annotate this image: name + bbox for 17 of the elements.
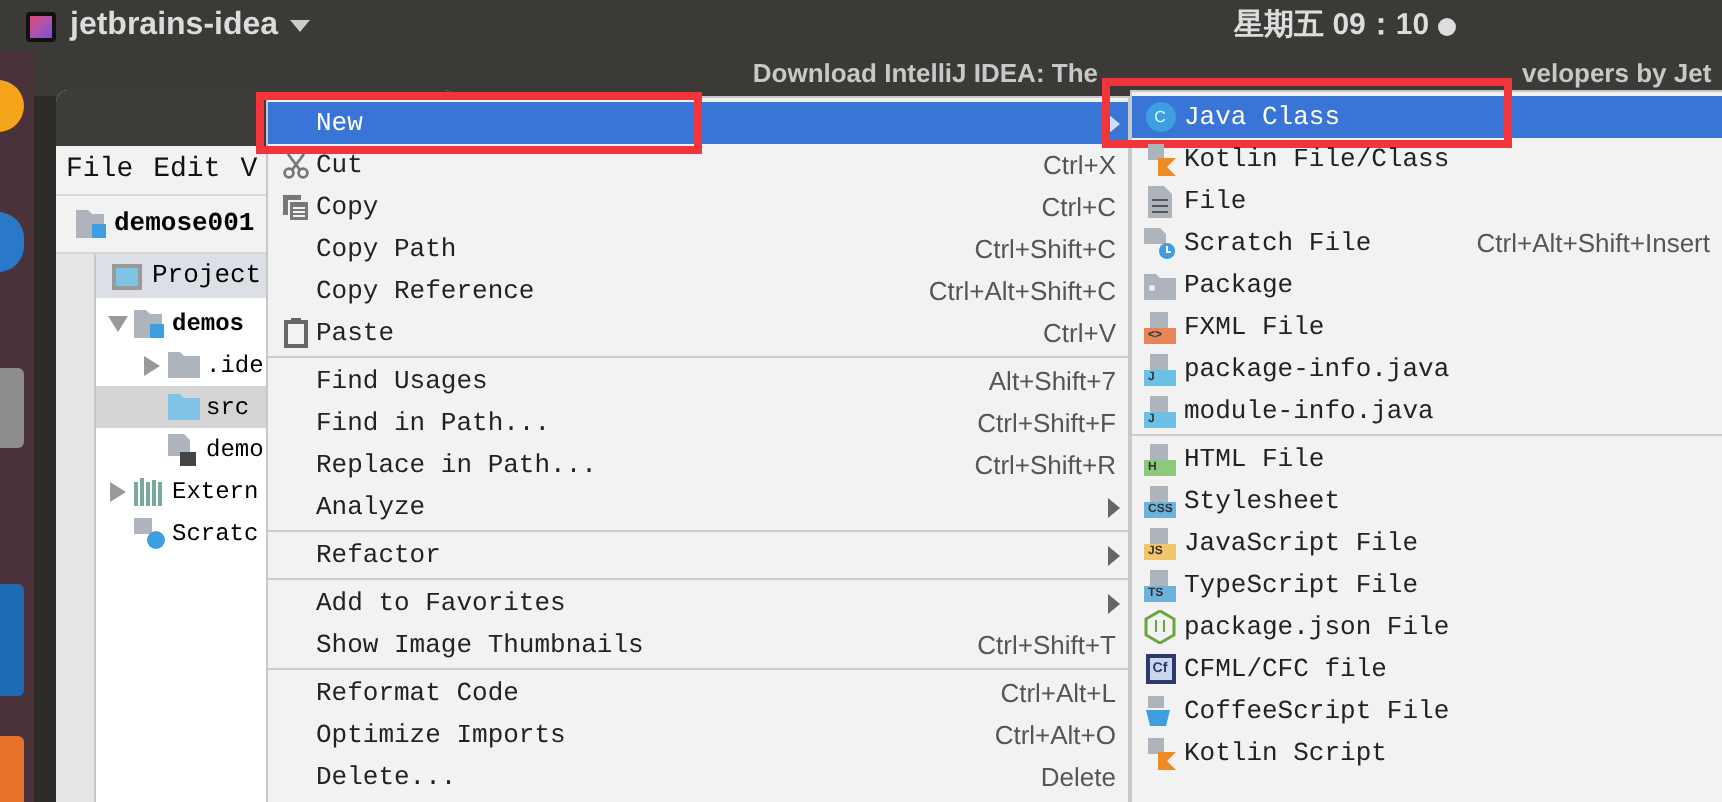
shortcut-text: Ctrl+Alt+Shift+Insert <box>1476 225 1712 262</box>
shortcut-text: Ctrl+Alt+L <box>1000 675 1118 712</box>
shortcut-text: Alt+Shift+7 <box>988 363 1118 400</box>
shortcut-text: Delete <box>1040 759 1118 796</box>
shortcut-text: Ctrl+Alt+Shift+C <box>928 273 1118 310</box>
shortcut-text: Ctrl+V <box>1043 315 1118 352</box>
class-icon: C <box>1145 102 1175 132</box>
app-name: jetbrains-idea <box>70 6 279 46</box>
shortcut-text: Ctrl+Shift+T <box>977 627 1118 664</box>
shortcut-text: Ctrl+Shift+R <box>974 447 1118 484</box>
shortcut-text: Ctrl+Shift+F <box>977 405 1118 442</box>
shortcut-text: Ctrl+X <box>1043 147 1118 184</box>
shortcut-text: Ctrl+Shift+C <box>974 231 1118 268</box>
window-title: Download IntelliJ IDEA: The <box>752 56 1098 93</box>
shortcut-text: Ctrl+Alt+O <box>994 717 1118 754</box>
shortcut-text: Ctrl+C <box>1041 189 1118 226</box>
window-title: velopers by Jet <box>1522 56 1714 93</box>
